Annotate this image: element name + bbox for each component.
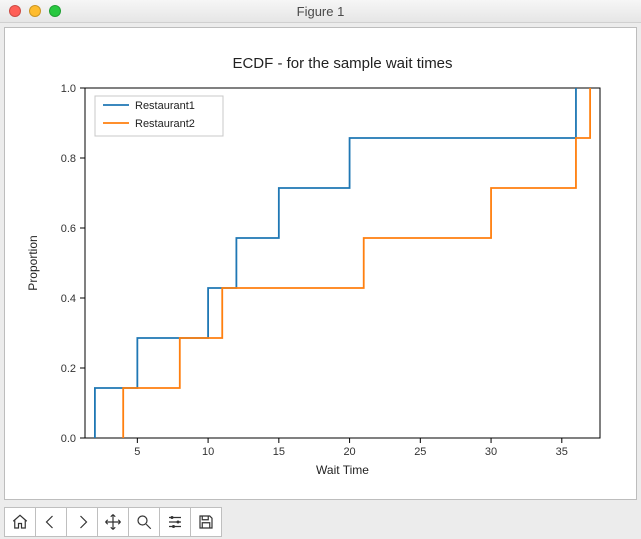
close-icon[interactable] xyxy=(9,5,21,17)
window-title: Figure 1 xyxy=(297,4,345,19)
svg-text:0.4: 0.4 xyxy=(61,293,76,305)
svg-text:0.8: 0.8 xyxy=(61,153,76,165)
svg-text:25: 25 xyxy=(414,446,426,458)
forward-button[interactable] xyxy=(66,507,98,537)
svg-text:35: 35 xyxy=(556,446,568,458)
arrow-right-icon xyxy=(73,513,91,531)
svg-text:30: 30 xyxy=(485,446,497,458)
home-icon xyxy=(11,513,29,531)
figure-canvas[interactable]: 5 10 15 20 25 30 35 0.0 0.2 0.4 0.6 0.8 1.0 ECDF - fo… xyxy=(4,27,637,500)
configure-button[interactable] xyxy=(159,507,191,537)
titlebar: Figure 1 xyxy=(0,0,641,23)
zoom-button[interactable] xyxy=(128,507,160,537)
svg-text:Proportion: Proportion xyxy=(26,235,40,290)
svg-text:0.6: 0.6 xyxy=(61,223,76,235)
maximize-icon[interactable] xyxy=(49,5,61,17)
svg-text:15: 15 xyxy=(273,446,285,458)
pan-button[interactable] xyxy=(97,507,129,537)
toolbar xyxy=(0,504,641,539)
window-controls xyxy=(9,5,61,17)
zoom-icon xyxy=(135,513,153,531)
chart-svg: 5 10 15 20 25 30 35 0.0 0.2 0.4 0.6 0.8 1.0 ECDF - fo… xyxy=(5,28,636,499)
svg-text:Wait Time: Wait Time xyxy=(316,463,369,477)
move-icon xyxy=(104,513,122,531)
svg-text:Restaurant1: Restaurant1 xyxy=(135,100,195,112)
app-window: Figure 1 5 10 15 20 25 30 35 0.0 0.2 0.4 0.6 0.8 1.0… xyxy=(0,0,641,539)
minimize-icon[interactable] xyxy=(29,5,41,17)
save-button[interactable] xyxy=(190,507,222,537)
svg-text:Restaurant2: Restaurant2 xyxy=(135,118,195,130)
sliders-icon xyxy=(166,513,184,531)
back-button[interactable] xyxy=(35,507,67,537)
svg-text:1.0: 1.0 xyxy=(61,83,76,95)
svg-text:5: 5 xyxy=(134,446,140,458)
svg-text:0.0: 0.0 xyxy=(61,433,76,445)
svg-text:0.2: 0.2 xyxy=(61,363,76,375)
arrow-left-icon xyxy=(42,513,60,531)
save-icon xyxy=(197,513,215,531)
svg-text:ECDF - for the sample wait tim: ECDF - for the sample wait times xyxy=(232,55,452,72)
svg-text:10: 10 xyxy=(202,446,214,458)
home-button[interactable] xyxy=(4,507,36,537)
svg-text:20: 20 xyxy=(343,446,355,458)
